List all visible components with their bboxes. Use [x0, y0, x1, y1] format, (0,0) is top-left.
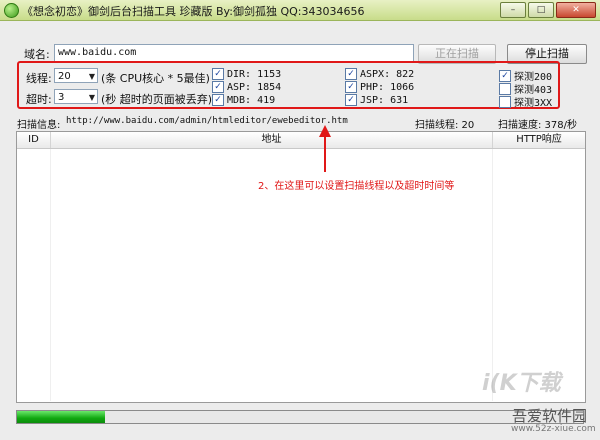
column-header-id[interactable]: ID	[17, 132, 51, 148]
threads-select[interactable]: 20 ▼	[54, 68, 98, 83]
scan-info-url: http://www.baidu.com/admin/htmleditor/ew…	[66, 116, 348, 126]
checkbox-icon: ✓	[345, 68, 357, 80]
dict-asp-checkbox[interactable]: ✓ ASP: 1854	[212, 81, 281, 93]
progress-fill	[17, 411, 105, 423]
dict-label: ASP: 1854	[227, 81, 282, 93]
watermark-logo: i(K下载	[482, 371, 561, 396]
dict-label: DIR: 1153	[227, 68, 282, 80]
dict-label: JSP: 631	[360, 94, 409, 106]
dict-label: MDB: 419	[227, 94, 276, 106]
scan-threads-status: 扫描线程: 20	[415, 120, 475, 131]
chevron-down-icon: ▼	[88, 93, 95, 102]
dict-aspx-checkbox[interactable]: ✓ ASPX: 822	[345, 68, 414, 80]
threads-note: (条 CPU核心 * 5最佳)	[101, 72, 210, 85]
results-table[interactable]: ID 地址 HTTP响应	[16, 131, 586, 403]
dict-dir-checkbox[interactable]: ✓ DIR: 1153	[212, 68, 281, 80]
checkbox-icon: ✓	[212, 68, 224, 80]
column-header-address[interactable]: 地址	[51, 132, 493, 148]
threads-label: 线程:	[26, 72, 52, 85]
timeout-select[interactable]: 3 ▼	[54, 89, 98, 104]
checkbox-icon: ✓	[212, 81, 224, 93]
dict-php-checkbox[interactable]: ✓ PHP: 1066	[345, 81, 414, 93]
chevron-down-icon: ▼	[88, 72, 95, 81]
dict-jsp-checkbox[interactable]: ✓ JSP: 631	[345, 94, 408, 106]
table-header: ID 地址 HTTP响应	[17, 132, 585, 149]
dict-label: PHP: 1066	[360, 81, 415, 93]
checkbox-icon: ✓	[499, 69, 511, 82]
column-divider	[50, 149, 51, 401]
probe-3xx-checkbox[interactable]: 探测3XX	[499, 94, 552, 109]
window-controls: – □ ✕	[500, 2, 596, 18]
threads-value: 20	[58, 71, 71, 82]
annotation-text: 2、在这里可以设置扫描线程以及超时时间等	[258, 181, 455, 192]
timeout-value: 3	[58, 92, 65, 103]
domain-input[interactable]: www.baidu.com	[54, 44, 414, 62]
settings-highlight-frame	[17, 61, 560, 109]
checkbox-icon	[499, 95, 511, 108]
scan-progress-bar	[16, 410, 584, 424]
checkbox-icon: ✓	[345, 94, 357, 106]
checkbox-icon	[499, 82, 511, 95]
dict-mdb-checkbox[interactable]: ✓ MDB: 419	[212, 94, 275, 106]
domain-label: 域名:	[24, 48, 50, 61]
column-divider	[492, 149, 493, 401]
title-bar: 《想念初恋》御剑后台扫描工具 珍藏版 By:御剑孤独 QQ:343034656 …	[0, 0, 600, 21]
close-button[interactable]: ✕	[556, 2, 596, 18]
window-title: 《想念初恋》御剑后台扫描工具 珍藏版 By:御剑孤独 QQ:343034656	[22, 5, 365, 18]
timeout-note: (秒 超时的页面被丢弃)	[101, 93, 213, 106]
maximize-button[interactable]: □	[528, 2, 554, 18]
scan-info-label: 扫描信息:	[17, 120, 61, 131]
watermark-url: www.52z-xiue.com	[511, 424, 596, 434]
watermark-text: 吾爱软件园	[512, 407, 588, 425]
annotation-arrow-icon	[319, 125, 331, 172]
minimize-button[interactable]: –	[500, 2, 526, 18]
probe-label: 探测3XX	[514, 98, 553, 109]
dict-label: ASPX: 822	[360, 68, 415, 80]
scan-speed-status: 扫描速度: 378/秒	[498, 120, 578, 131]
app-icon	[4, 3, 19, 18]
column-header-http[interactable]: HTTP响应	[493, 132, 585, 148]
timeout-label: 超时:	[26, 93, 52, 106]
checkbox-icon: ✓	[345, 81, 357, 93]
checkbox-icon: ✓	[212, 94, 224, 106]
